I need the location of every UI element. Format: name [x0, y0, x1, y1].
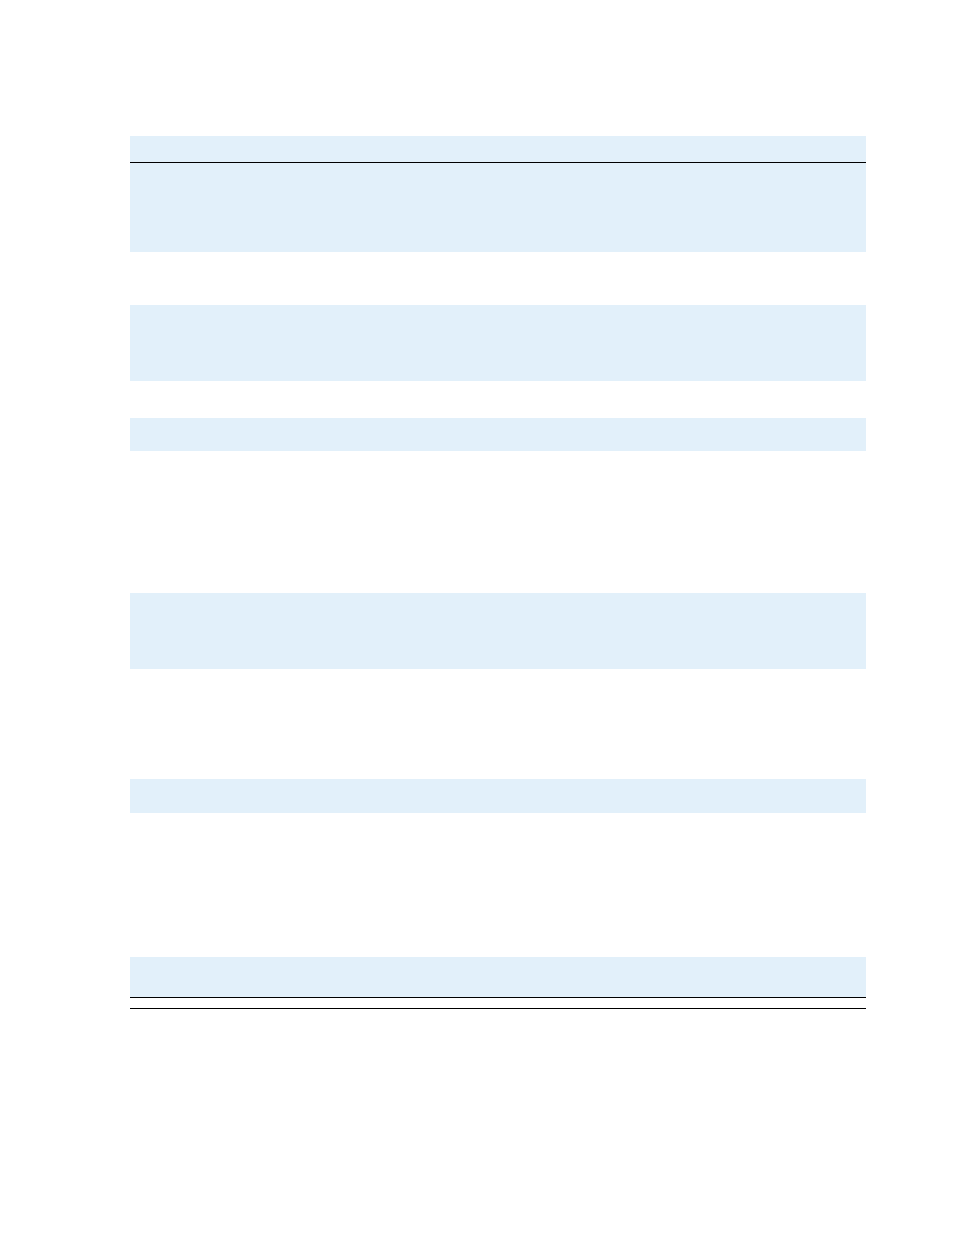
band-4 [130, 418, 866, 451]
band-2 [130, 163, 866, 252]
band-3 [130, 305, 866, 381]
band-6b-white [130, 813, 866, 957]
band-1 [130, 136, 866, 162]
band-5 [130, 593, 866, 669]
spacer-3 [130, 998, 866, 1008]
rule-3 [130, 1008, 866, 1009]
page [0, 0, 954, 1235]
band-4b-white [130, 451, 866, 593]
band-7 [130, 957, 866, 997]
band-5b-white [130, 669, 866, 779]
spacer-1 [130, 252, 866, 305]
content-column [130, 136, 866, 1009]
spacer-2 [130, 381, 866, 418]
band-6 [130, 779, 866, 813]
